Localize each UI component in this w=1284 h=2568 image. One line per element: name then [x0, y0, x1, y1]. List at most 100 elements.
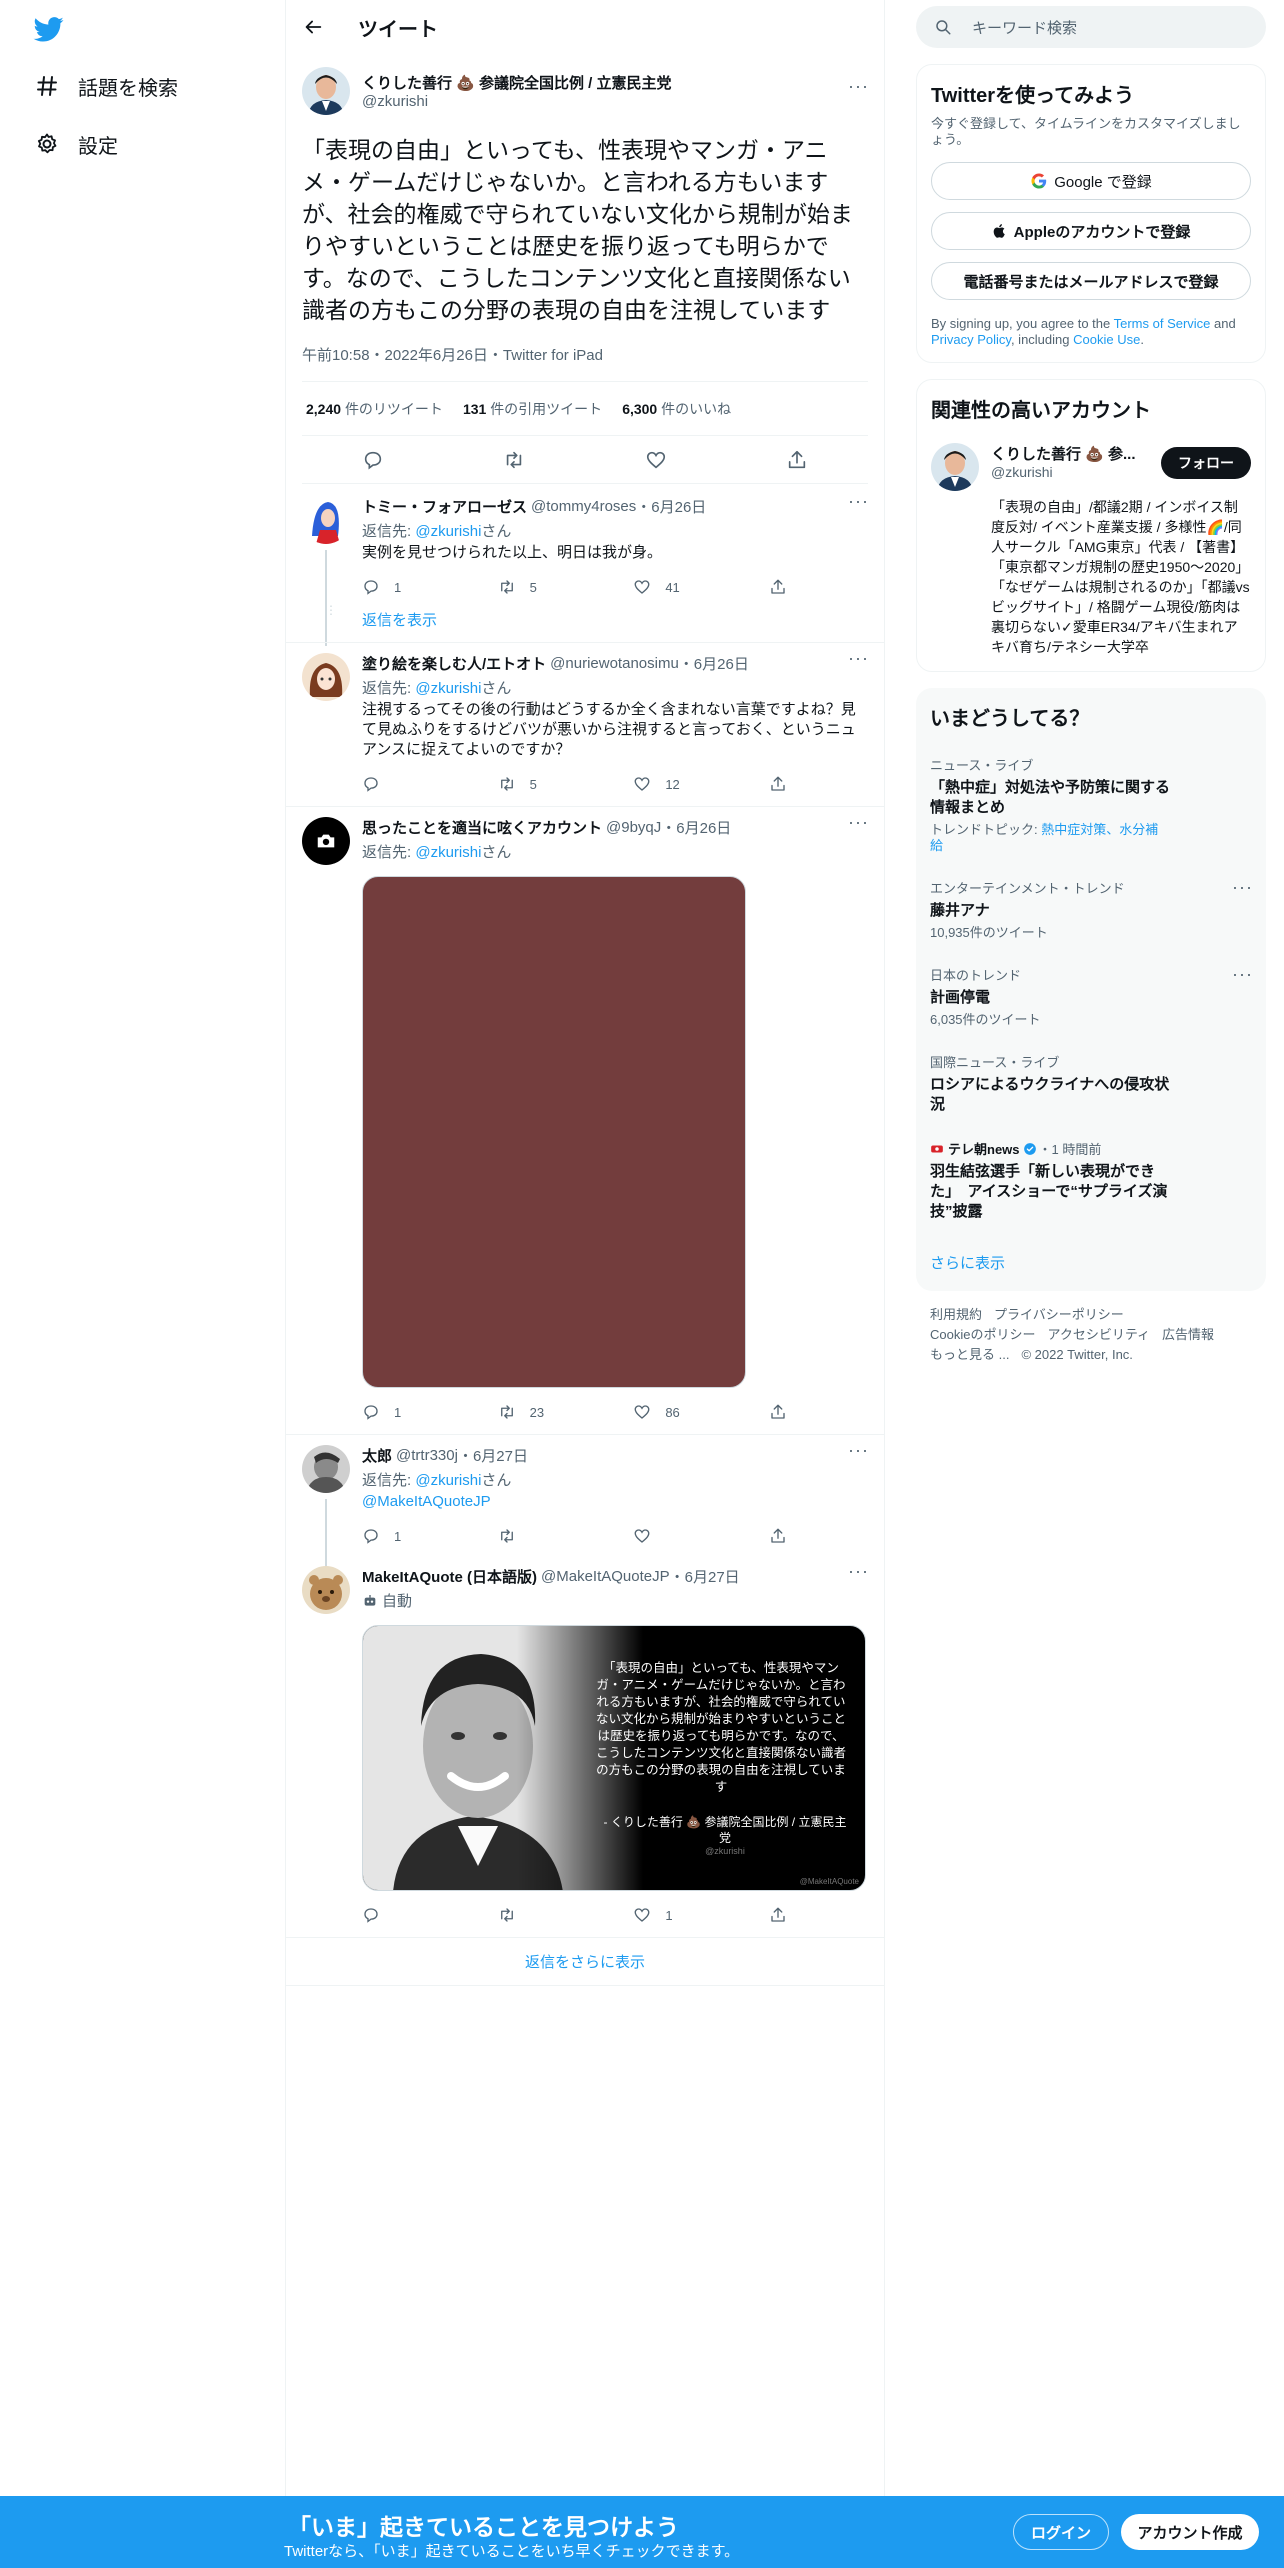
tweet-image[interactable]: [362, 876, 746, 1388]
share-button[interactable]: [769, 1403, 787, 1421]
trend-item[interactable]: 国際ニュース・ライブ ロシアによるウクライナへの侵攻状況: [930, 1052, 1252, 1115]
trend-item[interactable]: ニュース・ライブ 「熱中症」対処法や予防策に関する情報まとめ トレンドトピック:…: [930, 755, 1252, 854]
share-button[interactable]: [769, 1527, 787, 1545]
nav-explore[interactable]: 話題を検索: [34, 66, 178, 106]
retweet-button[interactable]: 5: [498, 578, 558, 596]
avatar[interactable]: [302, 1445, 350, 1493]
tweet-date[interactable]: ・6月26日: [636, 496, 706, 517]
retweet-button[interactable]: 23: [498, 1403, 558, 1421]
reply-button[interactable]: 1: [362, 578, 422, 596]
more-options-icon[interactable]: ···: [1232, 965, 1252, 989]
search-input[interactable]: キーワード検索: [916, 6, 1266, 48]
author-name[interactable]: 塗り絵を楽しむ人/エトオト: [362, 653, 546, 674]
author-handle[interactable]: @tommy4roses: [531, 498, 636, 515]
reply-tweet[interactable]: トミー・フォアローゼス @tommy4roses ・6月26日 ··· 返信先:…: [286, 484, 884, 646]
share-button[interactable]: [769, 578, 787, 596]
author-handle[interactable]: @MakeItAQuoteJP: [541, 1568, 670, 1585]
tweet-date[interactable]: ・6月26日: [679, 653, 749, 674]
retweet-stat[interactable]: 2,240 件のリツイート: [306, 399, 443, 419]
reply-tweet[interactable]: 思ったことを適当に呟くアカウント @9byqJ ・6月26日 ··· 返信先: …: [286, 807, 884, 1435]
reply-to-handle[interactable]: @zkurishi: [415, 844, 481, 861]
author-name[interactable]: 太郎: [362, 1445, 392, 1466]
retweet-icon[interactable]: [503, 449, 525, 471]
author-name[interactable]: トミー・フォアローゼス: [362, 496, 527, 517]
reply-to-handle[interactable]: @zkurishi: [415, 1472, 481, 1489]
avatar[interactable]: [302, 1566, 350, 1614]
quote-card-image[interactable]: 「表現の自由」といっても、性表現やマンガ・アニメ・ゲームだけじゃないか。と言われ…: [362, 1625, 866, 1891]
footer-privacy-link[interactable]: プライバシーポリシー: [994, 1307, 1124, 1322]
like-stat[interactable]: 6,300 件のいいね: [622, 399, 731, 419]
more-options-icon[interactable]: ···: [848, 1441, 868, 1465]
avatar[interactable]: [302, 496, 350, 544]
author-name[interactable]: くりした善行 💩 参議院全国比例 / 立憲民主党: [362, 72, 848, 93]
more-options-icon[interactable]: ···: [848, 813, 868, 837]
reply-tweet[interactable]: 塗り絵を楽しむ人/エトオト @nuriewotanosimu ・6月26日 ··…: [286, 643, 884, 807]
trend-item[interactable]: 日本のトレンド 計画停電 6,035件のツイート ···: [930, 965, 1252, 1028]
back-arrow-icon[interactable]: [302, 16, 324, 38]
like-button[interactable]: 41: [633, 578, 693, 596]
author-handle[interactable]: @trtr330j: [396, 1447, 458, 1464]
like-button[interactable]: 12: [633, 775, 693, 793]
google-signup-button[interactable]: Google で登録: [931, 162, 1251, 200]
like-button[interactable]: [633, 1527, 693, 1545]
cookie-link[interactable]: Cookie Use: [1073, 332, 1140, 347]
footer-terms-link[interactable]: 利用規約: [930, 1307, 982, 1322]
trend-item[interactable]: エンターテインメント・トレンド 藤井アナ 10,935件のツイート ···: [930, 878, 1252, 941]
author-handle[interactable]: @zkurishi: [362, 93, 848, 110]
tweet-timestamp[interactable]: 午前10:58・2022年6月26日・Twitter for iPad: [302, 344, 868, 382]
reply-to-handle[interactable]: @zkurishi: [415, 523, 481, 540]
author-handle[interactable]: @nuriewotanosimu: [550, 655, 679, 672]
share-button[interactable]: [769, 1906, 787, 1924]
mention-link[interactable]: @MakeItAQuoteJP: [362, 1492, 868, 1512]
like-icon[interactable]: [645, 449, 667, 471]
footer-more-link[interactable]: もっと見る ...: [930, 1347, 1009, 1362]
retweet-button[interactable]: [498, 1527, 558, 1545]
like-button[interactable]: 1: [633, 1906, 693, 1924]
terms-link[interactable]: Terms of Service: [1114, 316, 1211, 331]
footer-cookie-link[interactable]: Cookieのポリシー: [930, 1327, 1035, 1342]
account-handle[interactable]: @zkurishi: [991, 464, 1151, 480]
retweet-button[interactable]: [498, 1906, 558, 1924]
nav-settings[interactable]: 設定: [34, 124, 118, 164]
privacy-link[interactable]: Privacy Policy: [931, 332, 1011, 347]
author-name[interactable]: MakeItAQuote (日本語版): [362, 1566, 537, 1587]
show-more-trends-link[interactable]: さらに表示: [930, 1252, 1252, 1273]
show-replies-link[interactable]: 返信を表示: [362, 612, 437, 629]
author-name[interactable]: 思ったことを適当に呟くアカウント: [362, 817, 602, 838]
phone-email-signup-button[interactable]: 電話番号またはメールアドレスで登録: [931, 262, 1251, 300]
twitter-logo-icon[interactable]: [32, 14, 66, 44]
share-button[interactable]: [769, 775, 787, 793]
trend-item[interactable]: テレ朝news ・1 時間前 羽生結弦選手「新しい表現ができた」 アイスショーで…: [930, 1139, 1252, 1222]
apple-signup-button[interactable]: Appleのアカウントで登録: [931, 212, 1251, 250]
tweet-date[interactable]: ・6月27日: [670, 1566, 740, 1587]
avatar[interactable]: [931, 443, 979, 491]
avatar[interactable]: [302, 653, 350, 701]
share-icon[interactable]: [786, 449, 808, 471]
more-options-icon[interactable]: ···: [848, 77, 868, 101]
reply-button[interactable]: 1: [362, 1403, 422, 1421]
author-handle[interactable]: @9byqJ: [606, 819, 661, 836]
more-options-icon[interactable]: ···: [848, 1562, 868, 1586]
reply-icon[interactable]: [362, 449, 384, 471]
avatar[interactable]: [302, 67, 350, 115]
like-button[interactable]: 86: [633, 1403, 693, 1421]
tweet-date[interactable]: ・6月26日: [661, 817, 731, 838]
reply-button[interactable]: 1: [362, 1527, 422, 1545]
reply-to-handle[interactable]: @zkurishi: [415, 680, 481, 697]
show-more-replies-link[interactable]: 返信をさらに表示: [525, 1951, 645, 1972]
tweet-date[interactable]: ・6月27日: [458, 1445, 528, 1466]
reply-button[interactable]: [362, 1906, 422, 1924]
more-options-icon[interactable]: ···: [1232, 878, 1252, 902]
footer-ads-link[interactable]: 広告情報: [1162, 1327, 1214, 1342]
avatar[interactable]: [302, 817, 350, 865]
reply-tweet[interactable]: MakeItAQuote (日本語版) @MakeItAQuoteJP ・6月2…: [286, 1558, 884, 1938]
more-options-icon[interactable]: ···: [848, 649, 868, 673]
reply-tweet[interactable]: 太郎 @trtr330j ・6月27日 ··· 返信先: @zkurishiさん…: [286, 1435, 884, 1571]
footer-accessibility-link[interactable]: アクセシビリティ: [1047, 1327, 1150, 1342]
login-button[interactable]: ログイン: [1013, 2514, 1109, 2550]
signup-button[interactable]: アカウント作成: [1121, 2514, 1259, 2550]
reply-button[interactable]: [362, 775, 422, 793]
retweet-button[interactable]: 5: [498, 775, 558, 793]
more-options-icon[interactable]: ···: [848, 492, 868, 516]
follow-button[interactable]: フォロー: [1161, 447, 1251, 479]
